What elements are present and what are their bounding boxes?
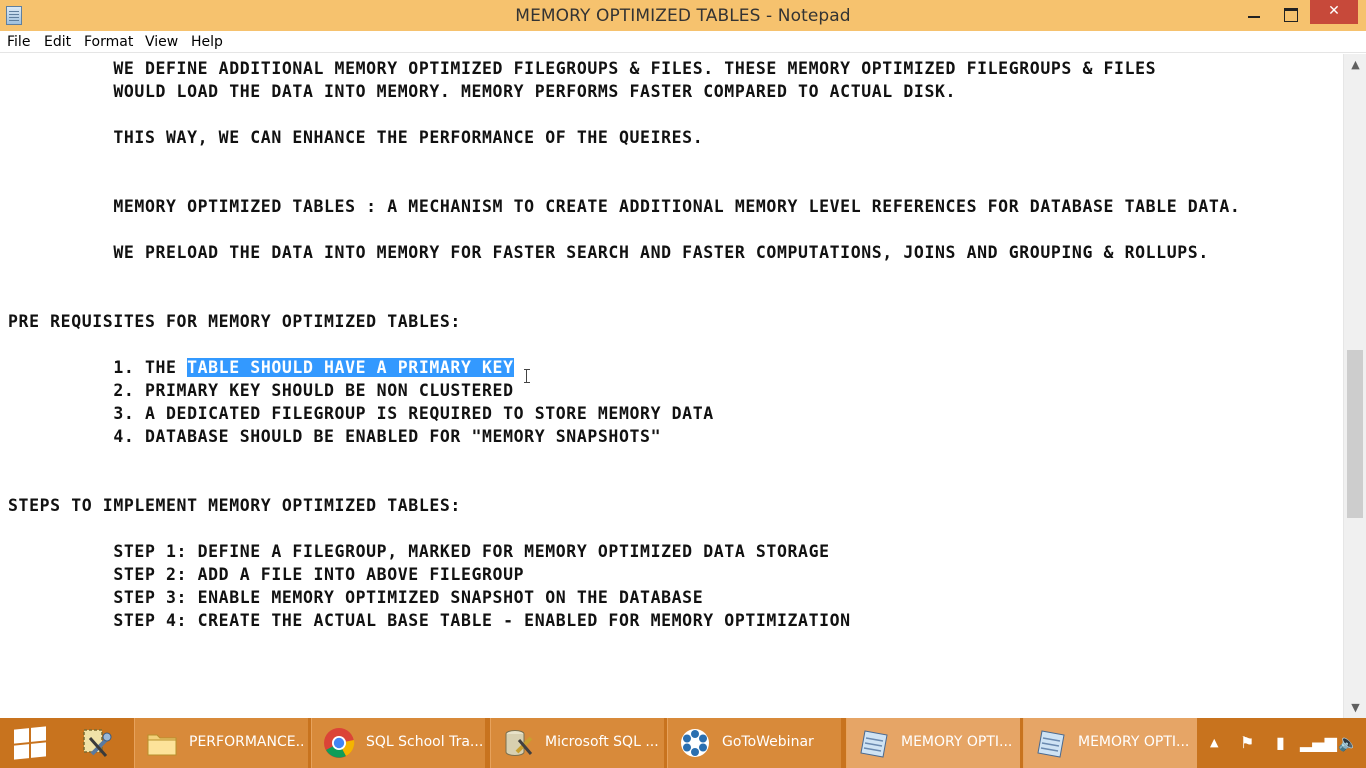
- section-heading: STEPS TO IMPLEMENT MEMORY OPTIMIZED TABL…: [8, 496, 461, 515]
- close-button[interactable]: [1310, 0, 1358, 24]
- scroll-up-button[interactable]: ▲: [1344, 56, 1366, 73]
- text-line: WE PRELOAD THE DATA INTO MEMORY FOR FAST…: [8, 243, 1209, 262]
- text-line: STEP 4: CREATE THE ACTUAL BASE TABLE - E…: [8, 611, 851, 630]
- menu-bar: File Edit Format View Help: [0, 31, 1366, 53]
- text-line: MEMORY OPTIMIZED TABLES : A MECHANISM TO…: [8, 197, 1241, 216]
- taskbar-item-folder[interactable]: PERFORMANCE...: [134, 718, 308, 768]
- taskbar: PERFORMANCE... SQL School Tra... Microso…: [0, 718, 1366, 768]
- taskbar-item-label: MEMORY OPTI...: [901, 734, 1013, 750]
- sql-server-icon: [505, 730, 533, 756]
- scroll-thumb[interactable]: [1347, 350, 1363, 518]
- taskbar-item-sql-server[interactable]: Microsoft SQL ...: [490, 718, 664, 768]
- taskbar-item-chrome[interactable]: SQL School Tra...: [311, 718, 485, 768]
- taskbar-item-gotowebinar[interactable]: GoToWebinar: [667, 718, 841, 768]
- pinned-tools-app[interactable]: [66, 718, 130, 768]
- start-button[interactable]: [0, 718, 62, 768]
- taskbar-item-notepad-2[interactable]: MEMORY OPTI...: [1023, 718, 1197, 768]
- window-title: MEMORY OPTIMIZED TABLES - Notepad: [515, 6, 851, 26]
- tools-icon: [83, 729, 112, 757]
- text-line: 2. PRIMARY KEY SHOULD BE NON CLUSTERED: [8, 381, 514, 400]
- text-line: STEP 3: ENABLE MEMORY OPTIMIZED SNAPSHOT…: [8, 588, 704, 607]
- text-line: STEP 2: ADD A FILE INTO ABOVE FILEGROUP: [8, 565, 525, 584]
- text-line: WOULD LOAD THE DATA INTO MEMORY. MEMORY …: [8, 82, 957, 101]
- ibeam-cursor-icon: [524, 369, 531, 383]
- gotowebinar-icon: [681, 729, 709, 757]
- flag-icon[interactable]: ⚑: [1240, 733, 1254, 752]
- scroll-down-button[interactable]: ▼: [1344, 699, 1366, 716]
- text-prefix: 1. THE: [8, 358, 188, 377]
- taskbar-item-label: GoToWebinar: [722, 734, 814, 750]
- text-line-selected: 1. THE TABLE SHOULD HAVE A PRIMARY KEY: [8, 356, 514, 379]
- text-line: 3. A DEDICATED FILEGROUP IS REQUIRED TO …: [8, 404, 714, 423]
- maximize-button[interactable]: [1276, 0, 1302, 27]
- notepad-icon: [1037, 730, 1065, 758]
- taskbar-item-label: Microsoft SQL ...: [545, 734, 659, 750]
- text-line: STEP 1: DEFINE A FILEGROUP, MARKED FOR M…: [8, 542, 830, 561]
- title-bar: MEMORY OPTIMIZED TABLES - Notepad: [0, 0, 1366, 31]
- vertical-scrollbar[interactable]: ▲ ▼: [1343, 54, 1366, 718]
- taskbar-item-label: PERFORMANCE...: [189, 734, 305, 750]
- signal-icon[interactable]: ▂▄▆: [1300, 733, 1337, 752]
- chevron-up-icon[interactable]: ▲: [1210, 736, 1218, 749]
- menu-help[interactable]: Help: [191, 34, 223, 50]
- taskbar-item-label: SQL School Tra...: [366, 734, 482, 750]
- volume-icon[interactable]: 🔈: [1338, 733, 1358, 752]
- text-line: 4. DATABASE SHOULD BE ENABLED FOR "MEMOR…: [8, 427, 662, 446]
- battery-icon[interactable]: ▮: [1276, 733, 1285, 752]
- taskbar-item-notepad-1[interactable]: MEMORY OPTI...: [846, 718, 1020, 768]
- menu-view[interactable]: View: [145, 34, 178, 50]
- minimize-button[interactable]: [1240, 0, 1266, 27]
- windows-logo-icon: [14, 726, 46, 760]
- text-editor[interactable]: WE DEFINE ADDITIONAL MEMORY OPTIMIZED FI…: [0, 54, 1343, 718]
- notepad-icon: [860, 730, 888, 758]
- chrome-icon: [324, 728, 355, 758]
- menu-edit[interactable]: Edit: [44, 34, 71, 50]
- text-line: THIS WAY, WE CAN ENHANCE THE PERFORMANCE…: [8, 128, 704, 147]
- menu-format[interactable]: Format: [84, 34, 133, 50]
- menu-file[interactable]: File: [7, 34, 30, 50]
- system-tray: ▲ ⚑ ▮ ▂▄▆ 🔈: [1200, 718, 1366, 768]
- taskbar-item-label: MEMORY OPTI...: [1078, 734, 1190, 750]
- text-selection: TABLE SHOULD HAVE A PRIMARY KEY: [187, 358, 514, 377]
- text-line: WE DEFINE ADDITIONAL MEMORY OPTIMIZED FI…: [8, 59, 1157, 78]
- section-heading: PRE REQUISITES FOR MEMORY OPTIMIZED TABL…: [8, 312, 461, 331]
- folder-icon: [147, 734, 177, 756]
